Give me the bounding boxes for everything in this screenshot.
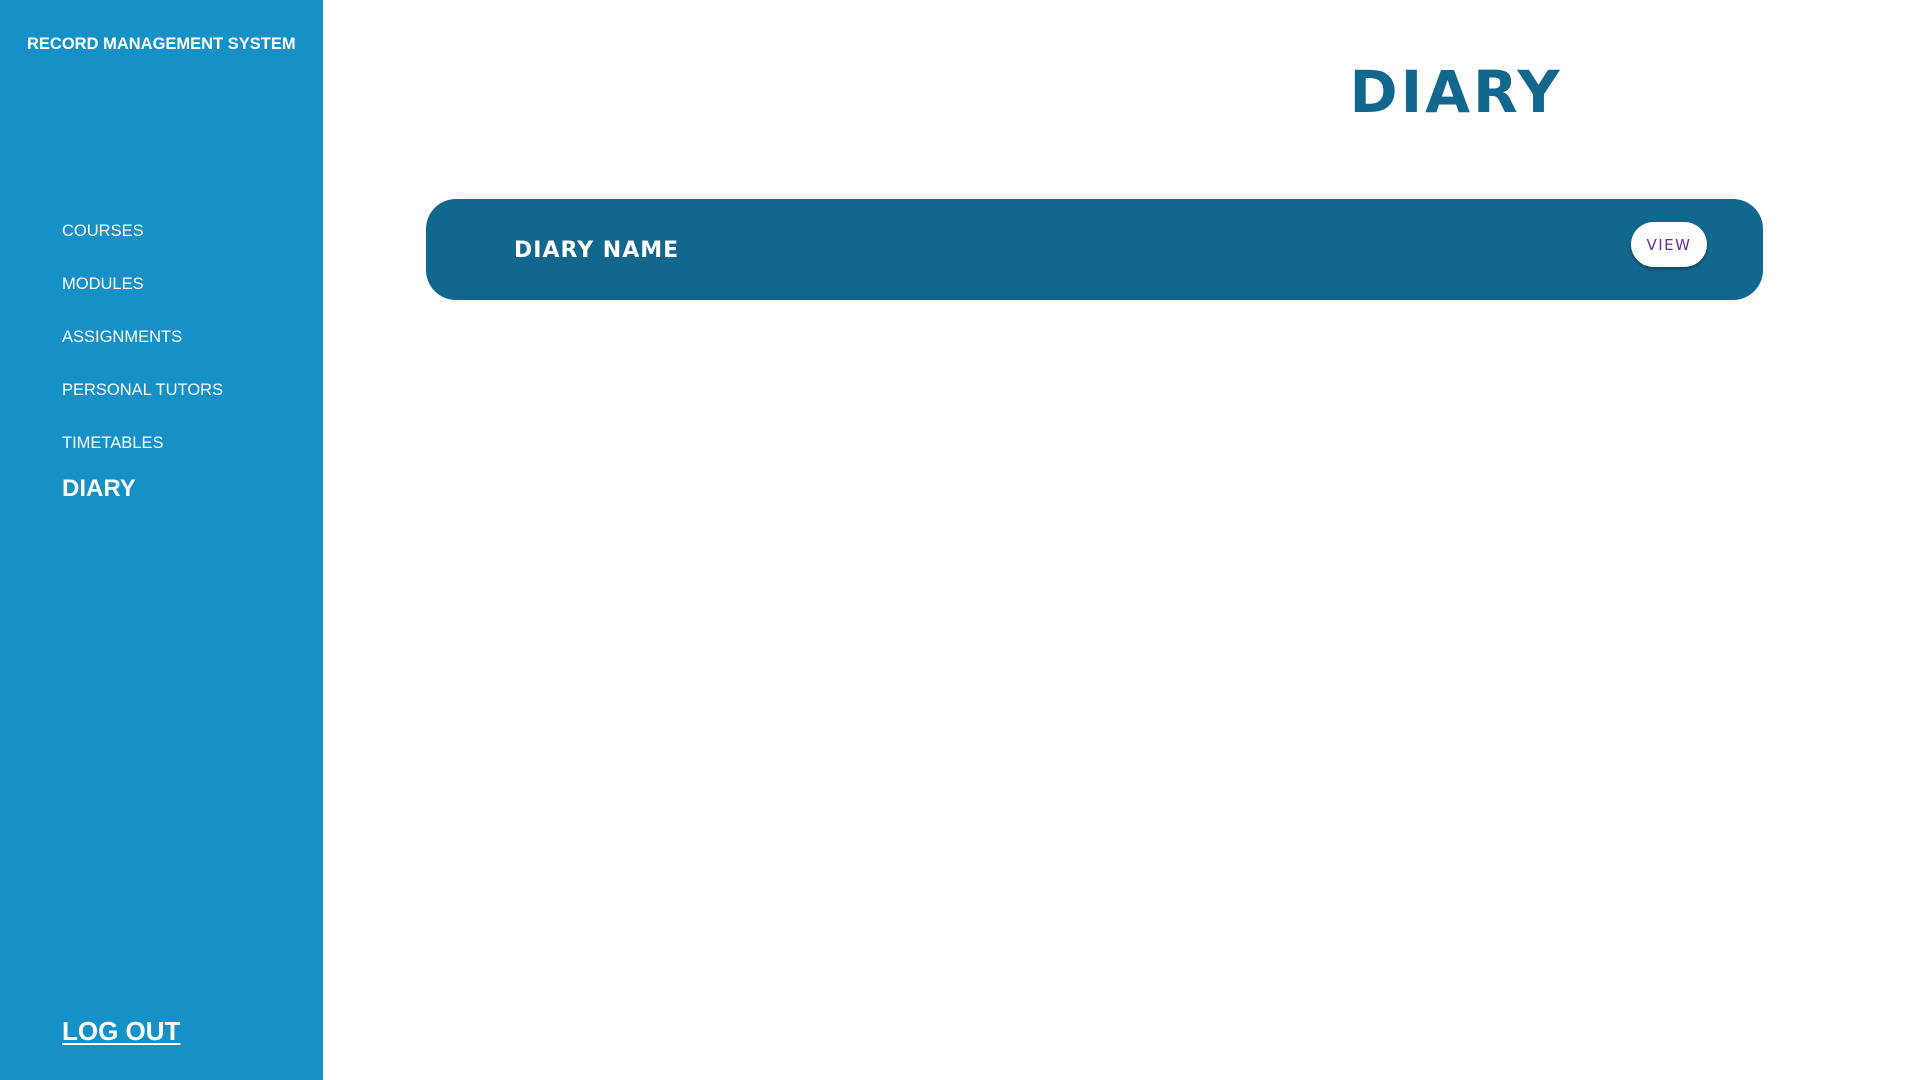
sidebar-item-diary[interactable]: DIARY (62, 475, 136, 503)
sidebar-item-modules[interactable]: MODULES (62, 275, 144, 294)
sidebar-item-timetables[interactable]: TIMETABLES (62, 434, 163, 453)
sidebar-item-courses[interactable]: COURSES (62, 222, 144, 241)
page-title: DIARY (1349, 58, 1563, 126)
view-diary-button[interactable]: VIEW (1631, 222, 1707, 267)
app-title: RECORD MANAGEMENT SYSTEM (27, 35, 296, 53)
sidebar: RECORD MANAGEMENT SYSTEM COURSES MODULES… (0, 0, 323, 1080)
sidebar-item-personal-tutors[interactable]: PERSONAL TUTORS (62, 381, 223, 400)
sidebar-item-assignments[interactable]: ASSIGNMENTS (62, 328, 182, 347)
diary-card: DIARY NAME VIEW (426, 199, 1763, 300)
diary-name: DIARY NAME (514, 238, 680, 263)
app-root: RECORD MANAGEMENT SYSTEM COURSES MODULES… (0, 0, 1920, 1080)
logout-link[interactable]: LOG OUT (62, 1016, 180, 1047)
